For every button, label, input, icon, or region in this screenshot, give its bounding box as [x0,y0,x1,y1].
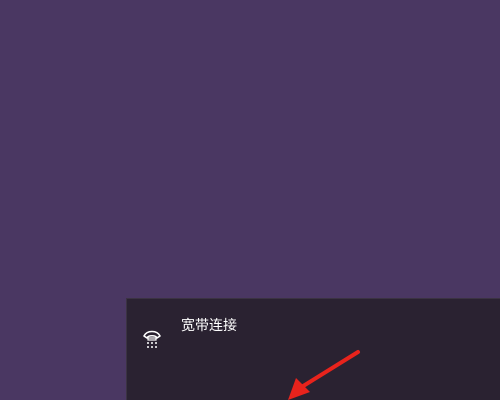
dialup-phone-icon [141,327,163,353]
red-arrow-annotation [288,350,360,400]
network-item-label: 宽带连接 [181,318,237,334]
